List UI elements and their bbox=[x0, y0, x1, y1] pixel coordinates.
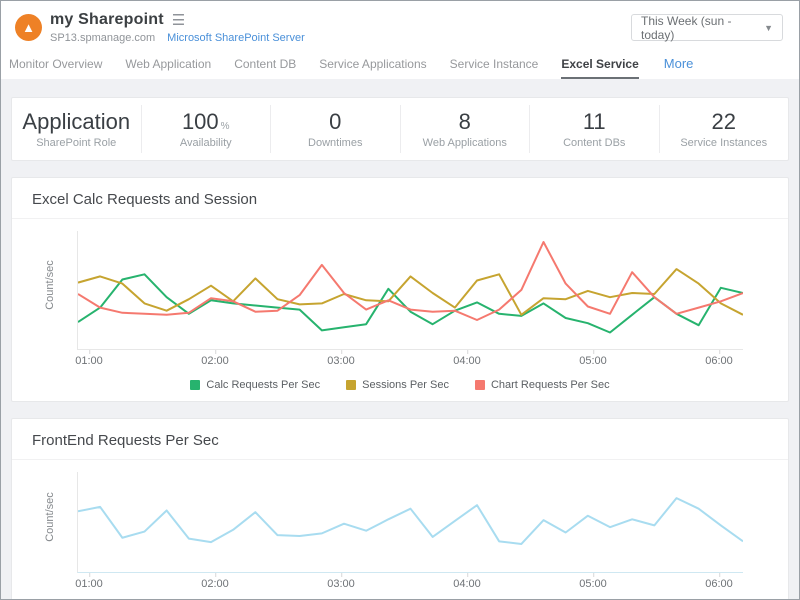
hamburger-menu-icon[interactable]: ☰ bbox=[172, 13, 185, 28]
tab-monitor-overview[interactable]: Monitor Overview bbox=[9, 53, 102, 79]
stat-value: 100% bbox=[142, 109, 271, 134]
line-chart-plot[interactable] bbox=[77, 231, 743, 350]
tab-service-applications[interactable]: Service Applications bbox=[319, 53, 426, 79]
tab-web-application[interactable]: Web Application bbox=[125, 53, 211, 79]
server-type-link[interactable]: Microsoft SharePoint Server bbox=[167, 32, 305, 44]
y-axis-label: Count/sec bbox=[44, 492, 56, 542]
stat-value: 8 bbox=[401, 109, 530, 134]
x-tick-label: 06:00 bbox=[705, 355, 733, 367]
monitor-host: SP13.spmanage.com bbox=[50, 32, 155, 44]
x-tick-label: 05:00 bbox=[579, 578, 607, 590]
excel-calc-chart-card: Excel Calc Requests and Session Count/se… bbox=[11, 177, 789, 402]
stat-label: Web Applications bbox=[401, 137, 530, 149]
chevron-down-icon: ▼ bbox=[764, 23, 773, 33]
legend-label: Calc Requests Per Sec bbox=[206, 379, 320, 391]
stat-web-applications[interactable]: 8 Web Applications bbox=[400, 105, 530, 153]
y-axis-label: Count/sec bbox=[44, 260, 56, 310]
chart-canvas bbox=[78, 472, 743, 572]
stat-label: SharePoint Role bbox=[12, 137, 141, 149]
warning-triangle-icon: ▲ bbox=[15, 14, 42, 41]
x-tick-label: 03:00 bbox=[327, 355, 355, 367]
chart-canvas bbox=[78, 231, 743, 349]
x-axis-ticks: 01:00 02:00 03:00 04:00 05:00 06:00 bbox=[77, 575, 743, 593]
time-range-value: This Week (sun - today) bbox=[641, 14, 764, 42]
chart-title: FrontEnd Requests Per Sec bbox=[12, 419, 788, 460]
x-axis-ticks: 01:00 02:00 03:00 04:00 05:00 06:00 bbox=[77, 352, 743, 370]
tab-content-db[interactable]: Content DB bbox=[234, 53, 296, 79]
tab-more[interactable]: More bbox=[664, 52, 694, 79]
stat-suffix: % bbox=[221, 121, 230, 132]
chart-summary-footer: Minimum = 0 Count/secMaximum = 0 Count/s… bbox=[12, 593, 788, 600]
stat-value: 22 bbox=[660, 109, 789, 134]
summary-stats-bar: Application SharePoint Role100% Availabili… bbox=[11, 97, 789, 161]
stat-value: 0 bbox=[271, 109, 400, 134]
x-tick-label: 05:00 bbox=[579, 355, 607, 367]
stat-label: Service Instances bbox=[660, 137, 789, 149]
x-tick-label: 04:00 bbox=[453, 355, 481, 367]
x-tick-label: 06:00 bbox=[705, 578, 733, 590]
stat-value: 11 bbox=[530, 109, 659, 134]
line-chart-plot[interactable] bbox=[77, 472, 743, 573]
stat-content-dbs[interactable]: 11 Content DBs bbox=[529, 105, 659, 153]
stat-value: Application bbox=[12, 109, 141, 134]
stat-label: Content DBs bbox=[530, 137, 659, 149]
time-range-dropdown[interactable]: This Week (sun - today) ▼ bbox=[631, 14, 783, 41]
tab-excel-service[interactable]: Excel Service bbox=[561, 53, 638, 79]
x-tick-label: 03:00 bbox=[327, 578, 355, 590]
x-tick-label: 01:00 bbox=[75, 578, 103, 590]
legend-item-chart-requests-per-sec[interactable]: Chart Requests Per Sec bbox=[475, 379, 610, 391]
frontend-requests-chart-card: FrontEnd Requests Per Sec Count/sec 01:0… bbox=[11, 418, 789, 600]
legend-item-sessions-per-sec[interactable]: Sessions Per Sec bbox=[346, 379, 449, 391]
stat-label: Availability bbox=[142, 137, 271, 149]
tab-service-instance[interactable]: Service Instance bbox=[450, 53, 539, 79]
x-tick-label: 04:00 bbox=[453, 578, 481, 590]
legend-swatch-icon bbox=[346, 380, 356, 390]
monitor-header: ▲ my Sharepoint ☰ SP13.spmanage.com Micr… bbox=[1, 1, 799, 44]
stat-downtimes[interactable]: 0 Downtimes bbox=[270, 105, 400, 153]
legend-swatch-icon bbox=[190, 380, 200, 390]
monitor-tabs: Monitor Overview Web Application Content D… bbox=[1, 44, 799, 79]
series-line-sessions-per-sec bbox=[78, 269, 743, 315]
legend-item-calc-requests-per-sec[interactable]: Calc Requests Per Sec bbox=[190, 379, 320, 391]
legend-label: Sessions Per Sec bbox=[362, 379, 449, 391]
chart-legend: Calc Requests Per Sec Sessions Per Sec Cha… bbox=[12, 370, 788, 395]
x-tick-label: 02:00 bbox=[201, 578, 229, 590]
stat-sharepoint-role[interactable]: Application SharePoint Role bbox=[12, 105, 141, 153]
app-window: ▲ my Sharepoint ☰ SP13.spmanage.com Micr… bbox=[0, 0, 800, 600]
stat-availability[interactable]: 100% Availability bbox=[141, 105, 271, 153]
series-line-frontend-requests-per-sec bbox=[78, 498, 743, 544]
legend-swatch-icon bbox=[475, 380, 485, 390]
x-tick-label: 01:00 bbox=[75, 355, 103, 367]
chart-title: Excel Calc Requests and Session bbox=[12, 178, 788, 219]
x-tick-label: 02:00 bbox=[201, 355, 229, 367]
series-line-calc-requests-per-sec bbox=[78, 274, 743, 332]
series-line-chart-requests-per-sec bbox=[78, 242, 743, 320]
stat-service-instances[interactable]: 22 Service Instances bbox=[659, 105, 789, 153]
page-title: my Sharepoint bbox=[50, 11, 164, 29]
stat-label: Downtimes bbox=[271, 137, 400, 149]
legend-label: Chart Requests Per Sec bbox=[491, 379, 610, 391]
